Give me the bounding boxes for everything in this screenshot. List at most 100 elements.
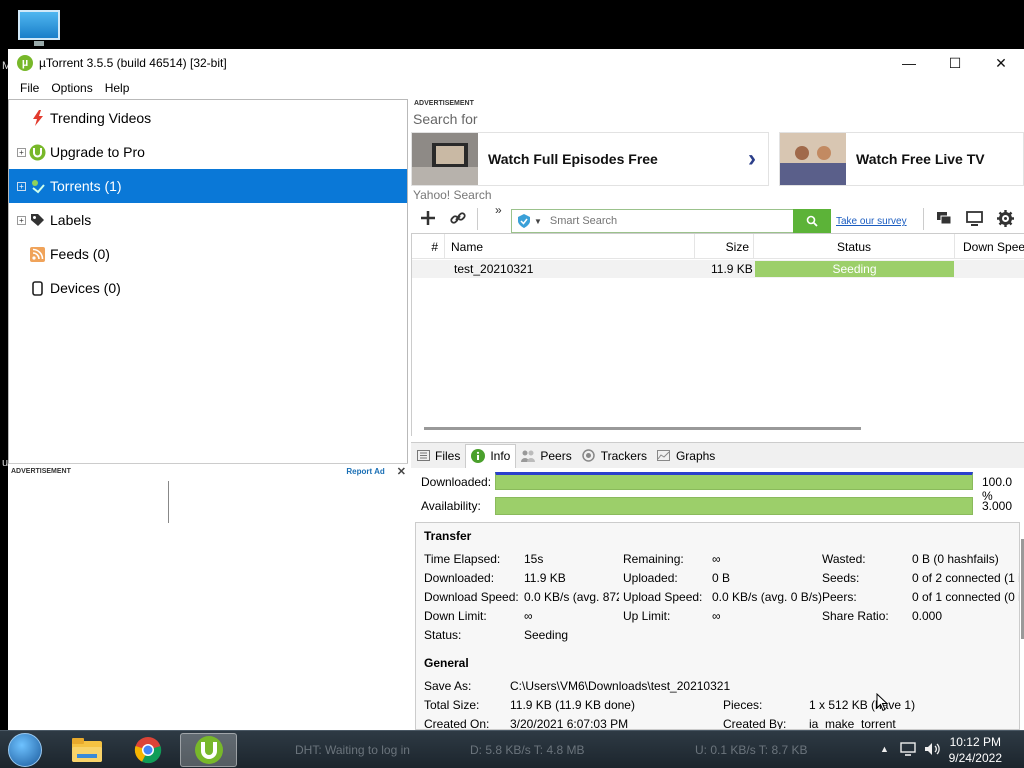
tab-info[interactable]: Info — [465, 443, 517, 468]
left-advertisement: ADVERTISEMENT Report Ad ✕ — [8, 463, 408, 730]
start-button[interactable] — [8, 733, 42, 767]
sidebar-item-label: Torrents (1) — [50, 178, 122, 194]
smart-search-box: ▼ — [511, 209, 831, 233]
minimize-button[interactable]: — — [886, 49, 932, 77]
close-button[interactable]: ✕ — [978, 49, 1024, 77]
sidebar: Trending Videos + Upgrade to Pro + Torre… — [8, 99, 408, 464]
info-label: Down Limit: — [424, 609, 487, 623]
chat-icon[interactable] — [933, 207, 955, 229]
info-label: Peers: — [822, 590, 857, 604]
take-survey-link[interactable]: Take our survey — [836, 216, 907, 227]
info-value: 0 of 2 connected (1 in swarm) — [912, 571, 1019, 585]
sidebar-item-label: Labels — [50, 212, 92, 228]
shield-icon — [518, 214, 530, 228]
info-panel: Transfer Time Elapsed: 15s Downloaded: 1… — [415, 522, 1020, 730]
menu-file[interactable]: File — [14, 81, 45, 95]
torrent-list: # Name Size Status Down Speed test_20210… — [411, 233, 1024, 436]
column-header-size[interactable]: Size — [695, 234, 754, 259]
sidebar-item-upgrade-to-pro[interactable]: + Upgrade to Pro — [9, 135, 407, 169]
transfer-section-title: Transfer — [424, 529, 472, 543]
smart-search-input[interactable] — [549, 215, 790, 227]
menu-help[interactable]: Help — [99, 81, 136, 95]
report-ad-link[interactable]: Report Ad — [346, 467, 384, 476]
sidebar-item-trending-videos[interactable]: Trending Videos — [9, 101, 407, 135]
sidebar-item-label: Devices (0) — [50, 280, 121, 296]
chrome-icon[interactable] — [122, 733, 174, 767]
search-for-text: Search for — [413, 111, 478, 127]
menu-options[interactable]: Options — [45, 81, 98, 95]
info-icon — [471, 449, 486, 463]
table-row[interactable]: test_20210321 11.9 KB Seeding — [412, 260, 1024, 278]
info-label: Upload Speed: — [623, 590, 703, 604]
torrent-size: 11.9 KB — [711, 262, 753, 276]
progress-area: Downloaded: 100.0 % Availability: 3.000 — [411, 469, 1024, 521]
search-button[interactable] — [793, 209, 831, 233]
info-value: 0.0 KB/s (avg. 0 B/s) — [712, 590, 823, 604]
sidebar-item-label: Trending Videos — [50, 110, 152, 126]
sidebar-item-label: Feeds (0) — [50, 246, 110, 262]
sidebar-item-labels[interactable]: + Labels — [9, 203, 407, 237]
add-torrent-button[interactable] — [417, 207, 439, 229]
info-value: 0 B (0 hashfails) — [912, 552, 999, 566]
torrents-icon — [29, 178, 46, 195]
mouse-cursor-icon — [876, 693, 889, 712]
rss-icon — [29, 246, 46, 263]
ad-watch-free-live-tv[interactable]: Watch Free Live TV — [779, 132, 1024, 186]
tab-label: Graphs — [675, 448, 716, 463]
taskbar: DHT: Waiting to log in D: 5.8 KB/s T: 4.… — [0, 730, 1024, 768]
column-header-name[interactable]: Name — [445, 234, 695, 259]
expand-icon[interactable]: + — [17, 147, 26, 157]
info-label: Created On: — [424, 717, 490, 730]
horizontal-scrollbar[interactable] — [424, 427, 861, 430]
toolbar-separator — [923, 208, 924, 230]
chevron-down-icon[interactable]: ▼ — [534, 217, 542, 226]
volume-icon[interactable] — [924, 742, 942, 759]
info-value: 15s — [524, 552, 544, 566]
info-label: Time Elapsed: — [424, 552, 501, 566]
utorrent-window: µ µTorrent 3.5.5 (build 46514) [32-bit] … — [8, 49, 1024, 730]
column-header-number[interactable]: # — [412, 234, 445, 259]
maximize-button[interactable]: ☐ — [932, 49, 978, 77]
expand-icon[interactable]: + — [17, 215, 26, 225]
ad-watch-full-episodes[interactable]: Watch Full Episodes Free › — [411, 132, 769, 186]
tab-label: Info — [490, 449, 511, 463]
detail-tabs: Files Info Peers Trackers Graphs — [411, 442, 1024, 468]
settings-gear-icon[interactable] — [994, 207, 1016, 229]
network-icon[interactable] — [900, 742, 916, 759]
expand-icon[interactable]: + — [17, 181, 26, 191]
close-ad-icon[interactable]: ✕ — [397, 465, 406, 478]
info-value: 3/20/2021 6:07:03 PM — [510, 717, 629, 730]
system-clock[interactable]: 10:12 PM 9/24/2022 — [949, 734, 1002, 766]
tab-trackers[interactable]: Trackers — [577, 444, 652, 468]
tab-graphs[interactable]: Graphs — [652, 444, 720, 468]
dht-status: DHT: Waiting to log in — [295, 743, 410, 757]
tab-peers[interactable]: Peers — [516, 444, 576, 468]
info-label: Wasted: — [822, 552, 866, 566]
add-link-button[interactable] — [447, 207, 469, 229]
downloaded-label: Downloaded: — [421, 475, 492, 489]
more-tools-button[interactable]: » — [495, 203, 502, 217]
sidebar-item-feeds[interactable]: Feeds (0) — [9, 237, 407, 271]
chevron-right-icon: › — [748, 145, 756, 172]
utorrent-icon[interactable] — [180, 733, 237, 767]
show-hidden-icons-icon[interactable]: ▲ — [880, 744, 889, 754]
clock-date: 9/24/2022 — [948, 751, 1002, 765]
tab-files[interactable]: Files — [411, 444, 465, 468]
sidebar-item-label: Upgrade to Pro — [50, 144, 145, 160]
column-header-down-speed[interactable]: Down Speed — [955, 234, 1024, 259]
remote-screen-icon[interactable] — [963, 207, 985, 229]
availability-label: Availability: — [421, 499, 481, 513]
computer-desktop-icon[interactable] — [16, 10, 62, 48]
info-label: Download Speed: — [424, 590, 519, 604]
ad-headline: Watch Free Live TV — [856, 151, 985, 167]
column-header-status[interactable]: Status — [754, 234, 955, 259]
window-title: µTorrent 3.5.5 (build 46514) [32-bit] — [39, 56, 227, 70]
peers-icon — [521, 449, 536, 463]
file-explorer-icon[interactable] — [61, 733, 113, 767]
sidebar-item-torrents[interactable]: + Torrents (1) — [9, 169, 407, 203]
device-icon — [29, 280, 46, 297]
info-label: Share Ratio: — [822, 609, 889, 623]
info-value: ∞ — [524, 609, 533, 623]
sidebar-item-devices[interactable]: Devices (0) — [9, 271, 407, 305]
availability-bar — [495, 497, 973, 515]
